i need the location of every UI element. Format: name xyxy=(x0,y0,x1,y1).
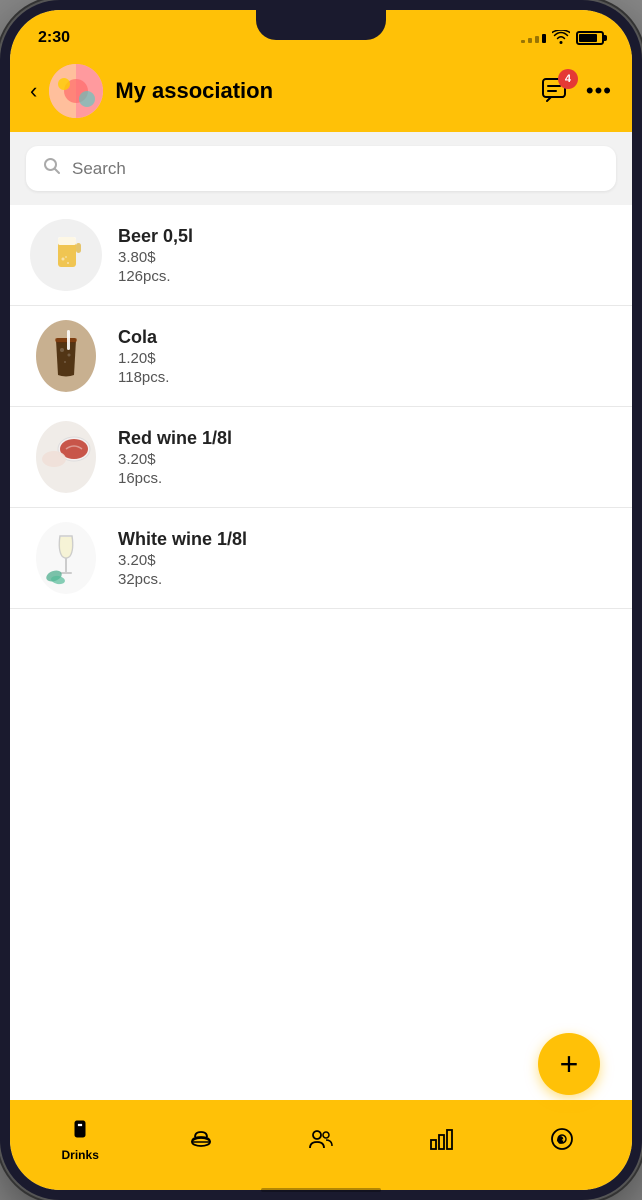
item-name: Beer 0,5l xyxy=(118,226,193,247)
content-area: Beer 0,5l 3.80$ 126pcs. xyxy=(10,132,632,1100)
page-title: My association xyxy=(115,78,528,104)
notification-badge: 4 xyxy=(558,69,578,89)
header-actions: 4 ••• xyxy=(540,77,612,105)
item-price: 3.20$ xyxy=(118,552,247,569)
nav-item-stats[interactable] xyxy=(381,1125,501,1153)
phone-frame: 2:30 ‹ xyxy=(0,0,642,1200)
avatar xyxy=(49,64,103,118)
status-icons xyxy=(521,30,604,47)
nav-item-drinks[interactable]: Drinks xyxy=(20,1116,140,1162)
search-input[interactable] xyxy=(72,159,600,179)
item-info-beer: Beer 0,5l 3.80$ 126pcs. xyxy=(118,226,193,285)
item-price: 3.80$ xyxy=(118,249,193,266)
item-name: Cola xyxy=(118,327,169,348)
food-icon xyxy=(187,1125,215,1153)
settings-icon: € xyxy=(548,1125,576,1153)
status-time: 2:30 xyxy=(38,29,70,47)
item-qty: 32pcs. xyxy=(118,571,247,588)
nav-item-members[interactable] xyxy=(261,1125,381,1153)
stats-icon xyxy=(427,1125,455,1153)
list-item[interactable]: Cola 1.20$ 118pcs. xyxy=(10,306,632,407)
item-name: White wine 1/8l xyxy=(118,529,247,550)
item-qty: 118pcs. xyxy=(118,369,169,386)
item-image-white-wine xyxy=(30,522,102,594)
item-image-red-wine xyxy=(30,421,102,493)
list-item[interactable]: Red wine 1/8l 3.20$ 16pcs. xyxy=(10,407,632,508)
home-indicator xyxy=(261,1188,381,1192)
item-info-cola: Cola 1.20$ 118pcs. xyxy=(118,327,169,386)
search-icon xyxy=(42,156,62,181)
back-button[interactable]: ‹ xyxy=(30,78,37,104)
item-price: 1.20$ xyxy=(118,350,169,367)
item-name: Red wine 1/8l xyxy=(118,428,232,449)
members-icon xyxy=(307,1125,335,1153)
item-price: 3.20$ xyxy=(118,451,232,468)
wifi-icon xyxy=(552,30,570,47)
nav-item-food[interactable] xyxy=(140,1125,260,1153)
add-button[interactable]: + xyxy=(538,1033,600,1095)
battery-icon xyxy=(576,31,604,45)
item-qty: 16pcs. xyxy=(118,470,232,487)
item-qty: 126pcs. xyxy=(118,268,193,285)
item-image-cola xyxy=(30,320,102,392)
search-box[interactable] xyxy=(26,146,616,191)
drinks-list: Beer 0,5l 3.80$ 126pcs. xyxy=(10,205,632,1100)
list-item[interactable]: Beer 0,5l 3.80$ 126pcs. xyxy=(10,205,632,306)
notch xyxy=(256,10,386,40)
drinks-icon xyxy=(66,1116,94,1144)
item-info-white-wine: White wine 1/8l 3.20$ 32pcs. xyxy=(118,529,247,588)
list-item[interactable]: White wine 1/8l 3.20$ 32pcs. xyxy=(10,508,632,609)
more-button[interactable]: ••• xyxy=(586,78,612,104)
chat-button-wrap[interactable]: 4 xyxy=(540,77,570,105)
app-header: ‹ My association xyxy=(10,54,632,132)
item-info-red-wine: Red wine 1/8l 3.20$ 16pcs. xyxy=(118,428,232,487)
phone-screen: 2:30 ‹ xyxy=(10,10,632,1190)
nav-item-settings[interactable]: € xyxy=(502,1125,622,1153)
bottom-navigation: Drinks xyxy=(10,1100,632,1190)
svg-text:€: € xyxy=(558,1136,563,1145)
nav-label-drinks: Drinks xyxy=(62,1148,99,1162)
signal-icon xyxy=(521,34,546,43)
item-image-beer xyxy=(30,219,102,291)
search-section xyxy=(10,132,632,205)
